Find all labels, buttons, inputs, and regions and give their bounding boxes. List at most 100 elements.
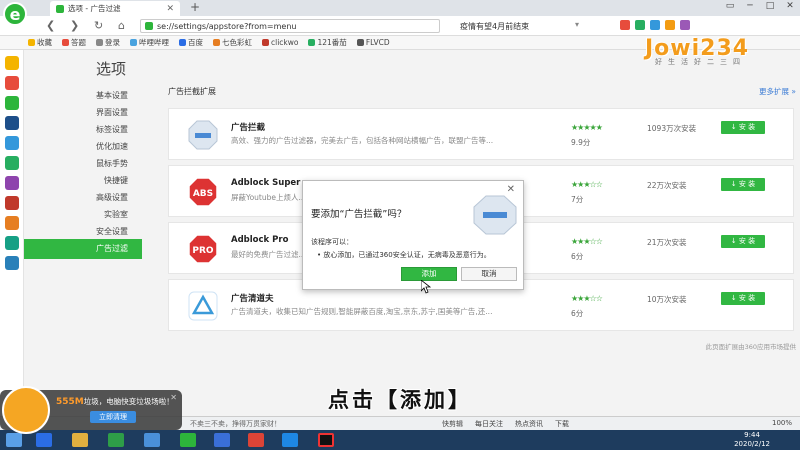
status-item-hotnews[interactable]: 热点资讯	[515, 419, 543, 429]
back-icon[interactable]: ❮	[46, 19, 55, 32]
news-ticker[interactable]: 疫情有望4月前结束	[460, 21, 529, 32]
footer-note: 此页面扩展由360应用市场提供	[705, 343, 796, 351]
wps-icon[interactable]	[214, 433, 230, 447]
status-item-daily[interactable]: 每日关注	[475, 419, 503, 429]
chrome-icon[interactable]	[248, 433, 264, 447]
close-window-icon[interactable]: ✕	[784, 1, 796, 11]
status-item-quickclip[interactable]: 快剪辑	[442, 419, 463, 429]
bookmark-item[interactable]: 登录	[96, 37, 120, 48]
sidebar-item-advanced[interactable]: 高级设置	[96, 192, 128, 203]
install-button[interactable]: ↓ 安 装	[721, 121, 765, 134]
close-icon[interactable]: ✕	[170, 393, 177, 402]
tab-favicon-icon	[56, 4, 64, 13]
rating-stars: ★★★☆☆	[571, 237, 603, 246]
chat-icon[interactable]	[4, 156, 19, 170]
sidebar-item-optimize[interactable]: 优化加速	[96, 141, 128, 152]
bookmark-item[interactable]: 哔哩哔哩	[130, 37, 169, 48]
mail-icon[interactable]	[4, 96, 19, 110]
excel-icon[interactable]	[108, 433, 124, 447]
sidebar-item-interface[interactable]: 界面设置	[96, 107, 128, 118]
tab-title: 选项 - 广告过滤	[68, 4, 121, 13]
forward-icon[interactable]: ❯	[70, 19, 79, 32]
permission-item: • 放心添加，已通过360安全认证，无病毒及恶意行为。	[317, 251, 491, 259]
install-button[interactable]: ↓ 安 装	[721, 178, 765, 191]
extension-desc: 广告清道夫，收集已知广告规则,智能屏蔽百度,淘宝,京东,苏宁,国美等广告,还..…	[231, 307, 493, 316]
bookmark-favicon-icon	[262, 39, 269, 46]
bookmark-item[interactable]: clickwo	[262, 38, 298, 47]
sidebar-item-tabs[interactable]: 标签设置	[96, 124, 128, 135]
mouse-cursor-icon	[421, 280, 431, 294]
extension-icon[interactable]	[635, 20, 645, 30]
extension-icon[interactable]	[665, 20, 675, 30]
clean-now-button[interactable]: 立即清理	[90, 411, 136, 423]
tab-settings[interactable]: 选项 - 广告过滤 ✕	[50, 1, 180, 16]
restore-icon[interactable]: ▭	[724, 1, 736, 11]
status-item-download[interactable]: 下载	[555, 419, 569, 429]
video-icon[interactable]	[4, 196, 19, 210]
bookmark-favicon-icon	[28, 39, 35, 46]
baidu-disk-icon[interactable]	[144, 433, 160, 447]
install-count: 22万次安装	[647, 181, 687, 190]
install-button[interactable]: ↓ 安 装	[721, 235, 765, 248]
add-button[interactable]: 添加	[401, 267, 457, 281]
security-shield-icon	[145, 22, 153, 30]
bookmark-item[interactable]: 121番茄	[308, 37, 347, 48]
bookmark-label: 百度	[188, 38, 203, 47]
status-ad-text[interactable]: 不卖三不卖，挣得万贯家财！	[190, 419, 281, 429]
weibo-icon[interactable]	[4, 76, 19, 90]
app-icon[interactable]	[4, 256, 19, 270]
game-icon[interactable]	[4, 176, 19, 190]
ie-icon[interactable]	[36, 433, 52, 447]
more-extensions-link[interactable]: 更多扩展 »	[759, 86, 796, 97]
minimize-icon[interactable]: ─	[744, 1, 756, 11]
tab-close-icon[interactable]: ✕	[166, 4, 174, 14]
record-icon[interactable]	[318, 433, 334, 447]
start-icon[interactable]	[6, 433, 22, 447]
bookmark-item[interactable]: 收藏	[28, 37, 52, 48]
star-icon[interactable]	[4, 56, 19, 70]
home-icon[interactable]: ⌂	[118, 19, 125, 32]
extension-icon[interactable]	[680, 20, 690, 30]
rating-score: 9.9分	[571, 138, 591, 147]
new-tab-button[interactable]: +	[190, 0, 200, 14]
zoom-level[interactable]: 100%	[772, 419, 792, 427]
bookmark-favicon-icon	[213, 39, 220, 46]
notes-icon[interactable]	[4, 136, 19, 150]
refresh-icon[interactable]: ↻	[94, 19, 103, 32]
folder-icon[interactable]	[72, 433, 88, 447]
maximize-icon[interactable]: □	[764, 1, 776, 11]
address-bar[interactable]: se://settings/appstore?from=menu	[140, 19, 440, 33]
extension-icon[interactable]	[650, 20, 660, 30]
sidebar-item-mouse[interactable]: 鼠标手势	[96, 158, 128, 169]
nav-bar: ❮ ❯ ↻ ⌂ se://settings/appstore?from=menu…	[0, 16, 800, 36]
install-button[interactable]: ↓ 安 装	[721, 292, 765, 305]
bookmark-favicon-icon	[308, 39, 316, 46]
app-icon[interactable]	[282, 433, 298, 447]
360-browser-icon[interactable]	[180, 433, 196, 447]
bookmark-item[interactable]: 七色彩虹	[213, 37, 252, 48]
bookmark-label: FLVCD	[365, 38, 390, 47]
sidebar-item-basic[interactable]: 基本设置	[96, 90, 128, 101]
watermark-logo: Jowi234 好生活好二三四	[645, 36, 775, 70]
chevron-down-icon[interactable]: ▾	[575, 20, 579, 29]
bookmark-label: clickwo	[271, 38, 299, 47]
app-icon[interactable]	[4, 216, 19, 230]
broom-icon	[2, 386, 50, 434]
bookmark-item[interactable]: 答题	[62, 37, 86, 48]
sidebar-item-security[interactable]: 安全设置	[96, 226, 128, 237]
bookmark-item[interactable]: 百度	[179, 37, 203, 48]
sidebar-item-shortcuts[interactable]: 快捷键	[104, 175, 128, 186]
extension-icon[interactable]	[620, 20, 630, 30]
cancel-button[interactable]: 取消	[461, 267, 517, 281]
close-icon[interactable]: ✕	[507, 184, 515, 195]
triangle-cleaner-icon	[188, 291, 218, 321]
news-icon[interactable]	[4, 116, 19, 130]
bookmark-item[interactable]: FLVCD	[356, 38, 390, 47]
sidebar-item-lab[interactable]: 实验室	[104, 209, 128, 220]
sidebar-item-adfilter[interactable]: 广告过滤	[24, 239, 142, 259]
bookmark-favicon-icon	[96, 39, 103, 46]
extension-name: Adblock Pro	[231, 235, 289, 245]
page-title: 选项	[96, 60, 127, 78]
app-icon[interactable]	[4, 236, 19, 250]
browser-logo-icon[interactable]: e	[3, 2, 27, 26]
